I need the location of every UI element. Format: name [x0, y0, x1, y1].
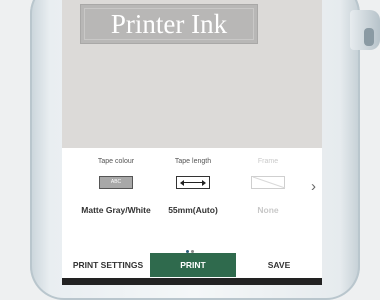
tape-length-option[interactable]: Tape length 55mm(Auto) [150, 148, 236, 215]
chevron-right-icon[interactable]: › [311, 178, 316, 195]
print-settings-panel: Tape colour ABC Matte Gray/White Tape le… [62, 148, 322, 248]
tape-length-value: 55mm(Auto) [168, 205, 218, 215]
print-settings-button[interactable]: PRINT SETTINGS [70, 253, 146, 277]
arrow-left-icon [180, 180, 184, 186]
tape-colour-value: Matte Gray/White [81, 205, 151, 215]
bottom-toolbar: PRINT SETTINGS PRINT SAVE [62, 253, 322, 277]
tape-length-title: Tape length [174, 158, 212, 165]
label-text-box[interactable]: Printer Ink [80, 4, 258, 44]
tape-length-icon [176, 176, 210, 189]
save-button[interactable]: SAVE [250, 253, 308, 277]
print-button[interactable]: PRINT [150, 253, 236, 277]
side-button [350, 10, 380, 50]
frame-none-diagonal [252, 176, 286, 189]
side-button-inner [364, 28, 374, 46]
frame-option[interactable]: Frame None [225, 148, 311, 215]
frame-icon [251, 176, 286, 189]
frame-value: None [257, 205, 279, 215]
tape-colour-title: Tape colour [97, 158, 135, 165]
frame-title: Frame [257, 158, 279, 165]
tape-colour-option[interactable]: Tape colour ABC Matte Gray/White [73, 148, 159, 215]
screen-bottom-edge [62, 278, 322, 285]
app-screen: Printer Ink Tape colour ABC Matte Gray/W… [62, 0, 322, 285]
arrow-right-icon [202, 180, 206, 186]
label-preview: Printer Ink [62, 0, 322, 148]
tape-colour-swatch: ABC [99, 176, 133, 189]
